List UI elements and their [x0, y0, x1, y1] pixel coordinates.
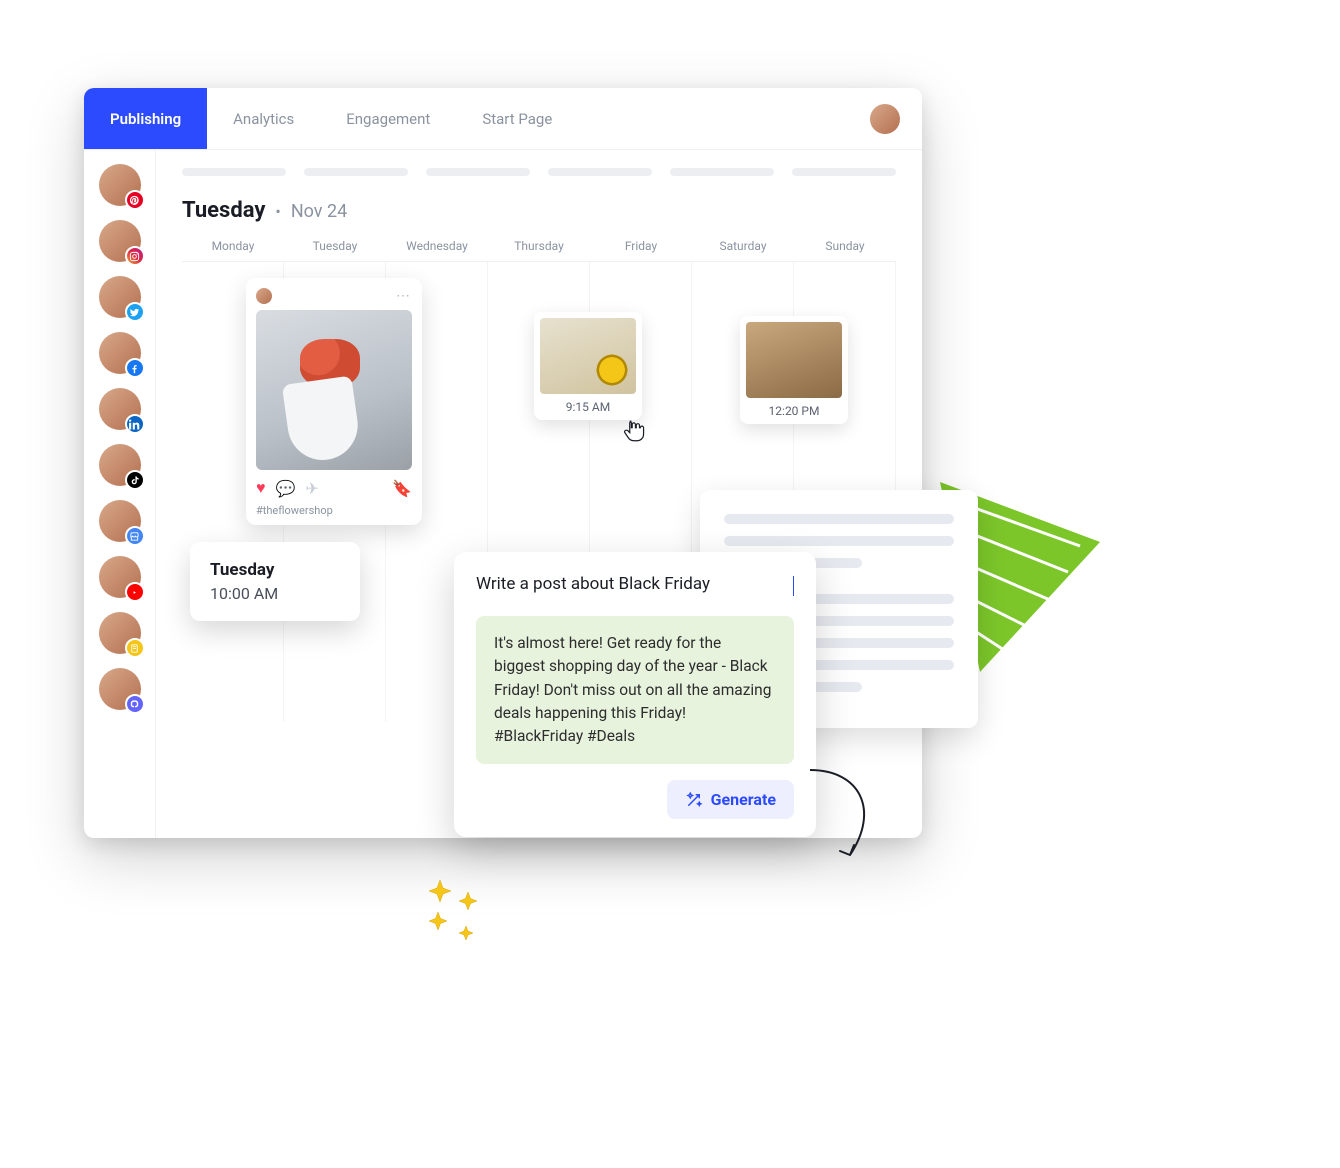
- channel-twitter[interactable]: [99, 276, 141, 318]
- thumb-image: [746, 322, 842, 398]
- channel-instagram[interactable]: [99, 220, 141, 262]
- tab-engagement[interactable]: Engagement: [320, 88, 456, 149]
- channel-linkedin[interactable]: [99, 388, 141, 430]
- thumb-image: [540, 318, 636, 394]
- post-preview-card[interactable]: ⋯ ♥ 💬 ✈ 🔖 #theflowershop: [246, 278, 422, 525]
- post-actions: ♥ 💬 ✈ 🔖: [256, 478, 412, 498]
- ai-compose-panel: Write a post about Black Friday It's alm…: [454, 552, 816, 837]
- post-author-avatar: [256, 288, 272, 304]
- weekday-tue: Tuesday: [284, 239, 386, 253]
- channel-google[interactable]: [99, 500, 141, 542]
- heart-icon[interactable]: ♥: [256, 478, 266, 498]
- weekday-header: Monday Tuesday Wednesday Thursday Friday…: [182, 239, 896, 262]
- weekday-thu: Thursday: [488, 239, 590, 253]
- post-more-icon[interactable]: ⋯: [396, 288, 412, 304]
- linkedin-icon: [125, 414, 145, 434]
- selected-day: Tuesday: [182, 198, 265, 223]
- pinterest-icon: [125, 190, 145, 210]
- generated-output: It's almost here! Get ready for the bigg…: [476, 616, 794, 764]
- thumb-time: 9:15 AM: [540, 400, 636, 414]
- twitter-icon: [125, 302, 145, 322]
- sparkles-decoration: [420, 870, 500, 950]
- bookmark-icon[interactable]: 🔖: [392, 479, 412, 498]
- weekday-sun: Sunday: [794, 239, 896, 253]
- tab-publishing[interactable]: Publishing: [84, 88, 207, 149]
- facebook-icon: [125, 358, 145, 378]
- instagram-icon: [125, 246, 145, 266]
- channel-sidebar: [84, 150, 156, 838]
- compose-input[interactable]: Write a post about Black Friday: [476, 574, 794, 612]
- placeholder-row: [182, 168, 896, 176]
- top-nav: Publishing Analytics Engagement Start Pa…: [84, 88, 922, 150]
- user-avatar[interactable]: [870, 104, 900, 134]
- google-business-icon: [125, 526, 145, 546]
- channel-pinterest[interactable]: [99, 164, 141, 206]
- weekday-fri: Friday: [590, 239, 692, 253]
- magic-wand-icon: [685, 791, 703, 809]
- tab-start-page[interactable]: Start Page: [456, 88, 578, 149]
- popover-day: Tuesday: [210, 560, 340, 580]
- channel-youtube[interactable]: [99, 556, 141, 598]
- send-icon[interactable]: ✈: [305, 479, 318, 498]
- channel-facebook[interactable]: [99, 332, 141, 374]
- arrow-annotation: [800, 760, 890, 870]
- comment-icon[interactable]: 💬: [276, 479, 296, 498]
- selected-date: Nov 24: [291, 201, 347, 222]
- weekday-wed: Wednesday: [386, 239, 488, 253]
- date-header: Tuesday • Nov 24: [182, 198, 896, 223]
- post-caption: #theflowershop: [256, 504, 412, 517]
- thumb-time: 12:20 PM: [746, 404, 842, 418]
- generate-button-label: Generate: [711, 790, 776, 809]
- scheduled-post-saturday[interactable]: 12:20 PM: [740, 316, 848, 424]
- channel-mastodon[interactable]: [99, 668, 141, 710]
- popover-time: 10:00 AM: [210, 584, 340, 603]
- post-image: [256, 310, 412, 470]
- scheduled-post-thursday[interactable]: 9:15 AM: [534, 312, 642, 420]
- shop-icon: [125, 638, 145, 658]
- mastodon-icon: [125, 694, 145, 714]
- cursor-hand-icon: [620, 418, 646, 444]
- weekday-mon: Monday: [182, 239, 284, 253]
- generate-button[interactable]: Generate: [667, 780, 794, 819]
- time-slot-popover[interactable]: Tuesday 10:00 AM: [190, 542, 360, 621]
- youtube-icon: [125, 582, 145, 602]
- tab-analytics[interactable]: Analytics: [207, 88, 320, 149]
- tiktok-icon: [125, 470, 145, 490]
- weekday-sat: Saturday: [692, 239, 794, 253]
- channel-shop[interactable]: [99, 612, 141, 654]
- channel-tiktok[interactable]: [99, 444, 141, 486]
